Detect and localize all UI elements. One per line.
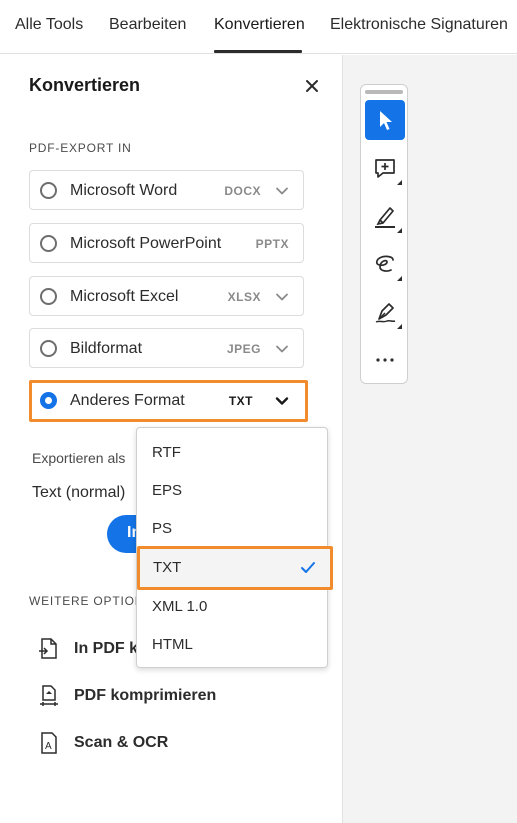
option-microsoft-powerpoint[interactable]: Microsoft PowerPoint PPTX [29, 223, 304, 263]
option-microsoft-word[interactable]: Microsoft Word DOCX [29, 170, 304, 210]
option-format: JPEG [226, 342, 261, 356]
option-label: Microsoft Excel [70, 288, 179, 305]
dropdown-item-eps[interactable]: EPS [137, 472, 327, 510]
radio-button[interactable] [40, 288, 57, 305]
dropdown-item-label: HTML [152, 636, 193, 653]
radio-button[interactable] [40, 340, 57, 357]
dropdown-item-label: EPS [152, 482, 183, 499]
format-dropdown-menu: RTF EPS PS TXT XML 1.0 HTML [136, 427, 333, 668]
highlight-button[interactable] [365, 196, 405, 236]
radio-button[interactable] [40, 235, 57, 252]
option-format: PPTX [255, 237, 289, 251]
radio-button[interactable] [40, 182, 57, 199]
dropdown-item-html[interactable]: HTML [137, 626, 327, 664]
signature-button[interactable] [365, 292, 405, 332]
more-tools-button[interactable] [365, 340, 405, 380]
convert-to-pdf-icon [39, 638, 57, 659]
toolbar-drag-handle[interactable] [365, 90, 403, 94]
checkmark-icon [301, 562, 315, 573]
panel-title: Konvertieren [29, 75, 141, 95]
dropdown-item-ps[interactable]: PS [137, 510, 327, 548]
submenu-indicator [397, 180, 402, 185]
close-icon[interactable] [301, 75, 323, 97]
active-tab-indicator [214, 50, 302, 53]
option-bildformat[interactable]: Bildformat JPEG [29, 328, 304, 368]
more-item-label: Scan & OCR [74, 734, 169, 751]
option-label: Bildformat [70, 340, 143, 357]
chevron-down-icon[interactable] [275, 342, 289, 356]
scan-ocr-icon: A [41, 732, 57, 754]
submenu-indicator [397, 324, 402, 329]
freehand-draw-button[interactable] [365, 244, 405, 284]
select-tool-button[interactable] [365, 100, 405, 140]
export-as-value[interactable]: Text (normal) [32, 484, 125, 502]
export-section-label: PDF-EXPORT IN [29, 141, 132, 155]
tab-bearbeiten[interactable]: Bearbeiten [109, 16, 186, 34]
top-nav: Alle Tools Bearbeiten Konvertieren Elekt… [0, 0, 517, 54]
radio-button-selected[interactable] [40, 392, 57, 409]
option-label: Microsoft PowerPoint [70, 235, 222, 252]
option-label: Anderes Format [70, 392, 185, 409]
option-microsoft-excel[interactable]: Microsoft Excel XLSX [29, 276, 304, 316]
option-format: XLSX [227, 290, 261, 304]
tab-alle-tools[interactable]: Alle Tools [15, 16, 83, 34]
submenu-indicator [397, 276, 402, 281]
compress-pdf-icon [40, 685, 58, 706]
more-item-label: PDF komprimieren [74, 687, 217, 704]
dropdown-item-label: TXT [153, 559, 182, 576]
dropdown-item-txt[interactable]: TXT [137, 546, 333, 590]
submenu-indicator [397, 228, 402, 233]
option-label: Microsoft Word [70, 182, 178, 199]
chevron-down-icon[interactable] [275, 184, 289, 198]
quick-tools-toolbar [360, 84, 408, 384]
tab-elektronische-signaturen[interactable]: Elektronische Signaturen [330, 16, 508, 34]
add-comment-button[interactable] [365, 148, 405, 188]
svg-text:A: A [45, 741, 52, 752]
dropdown-item-label: RTF [152, 444, 181, 461]
chevron-down-icon[interactable] [275, 290, 289, 304]
tab-konvertieren[interactable]: Konvertieren [214, 16, 305, 34]
option-anderes-format[interactable]: Anderes Format TXT [29, 380, 308, 422]
select-pointer-icon [380, 111, 392, 130]
dropdown-item-xml[interactable]: XML 1.0 [137, 588, 327, 626]
dropdown-item-rtf[interactable]: RTF [137, 434, 327, 472]
chevron-down-icon[interactable] [275, 394, 289, 408]
export-as-label: Exportieren als [32, 450, 126, 466]
option-format: TXT [228, 394, 253, 408]
dropdown-item-label: PS [152, 520, 173, 537]
more-icon [376, 358, 394, 362]
option-format: DOCX [224, 184, 261, 198]
dropdown-item-label: XML 1.0 [152, 598, 208, 615]
